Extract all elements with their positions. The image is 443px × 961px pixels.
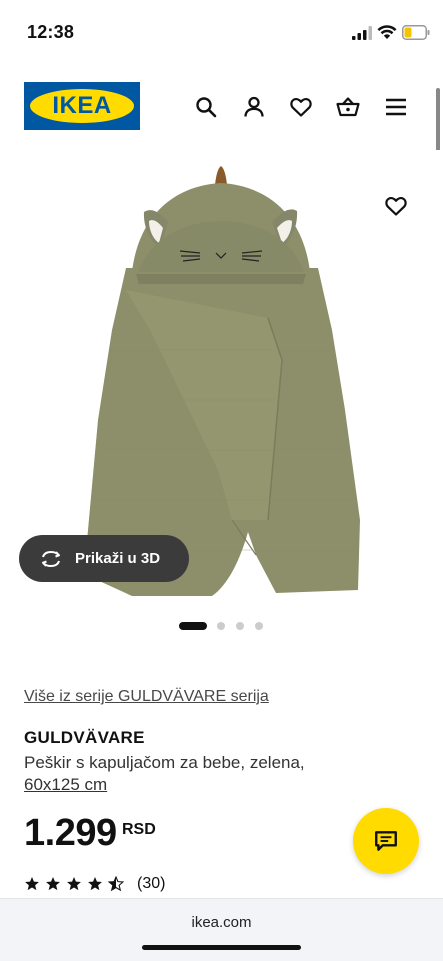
heart-icon[interactable] [289, 95, 313, 119]
product-price: 1.299 RSD [24, 812, 156, 858]
wifi-icon [377, 25, 397, 39]
star-full-icon [67, 877, 81, 891]
product-image [84, 166, 360, 596]
battery-icon [402, 25, 430, 40]
search-icon[interactable] [194, 95, 218, 119]
add-to-favorites-heart-icon[interactable] [384, 194, 408, 218]
basket-icon[interactable] [336, 95, 360, 119]
view-in-3d-label: Prikaži u 3D [75, 550, 161, 567]
home-indicator[interactable] [142, 945, 301, 950]
logo-oval: IKEA [30, 89, 134, 123]
star-full-icon [46, 877, 60, 891]
product-name: GULDVÄVARE [24, 728, 145, 747]
product-image-carousel[interactable] [0, 150, 443, 600]
product-size-link[interactable]: 60x125 cm [24, 775, 107, 795]
star-full-icon [25, 877, 39, 891]
price-currency: RSD [122, 821, 156, 838]
product-description: Peškir s kapuljačom za bebe, zelena, [24, 753, 305, 772]
ikea-logo[interactable]: IKEA [24, 82, 140, 130]
browser-address-bar[interactable]: ikea.com [0, 898, 443, 961]
star-half-icon [108, 876, 124, 892]
carousel-dot[interactable] [255, 622, 263, 630]
carousel-indicator [0, 618, 443, 632]
carousel-dot[interactable] [236, 622, 244, 630]
status-bar: 12:38 [0, 0, 443, 60]
product-rating[interactable]: (30) [24, 874, 165, 894]
status-time: 12:38 [27, 22, 75, 42]
cellular-signal-icon [352, 26, 372, 40]
chat-icon [375, 831, 397, 851]
rating-count: (30) [137, 875, 166, 892]
price-amount: 1.299 [24, 812, 117, 854]
browser-url[interactable]: ikea.com [0, 914, 443, 931]
chat-button[interactable] [353, 808, 419, 874]
carousel-dot-active[interactable] [179, 622, 207, 630]
menu-icon[interactable] [384, 95, 408, 119]
rotate-3d-icon [42, 550, 60, 567]
user-icon[interactable] [242, 95, 266, 119]
series-link[interactable]: Više iz serije GULDVÄVARE serija [24, 688, 269, 706]
carousel-dot[interactable] [217, 622, 225, 630]
logo-text: IKEA [52, 92, 112, 119]
view-in-3d-button[interactable]: Prikaži u 3D [19, 535, 189, 582]
star-full-icon [88, 877, 102, 891]
